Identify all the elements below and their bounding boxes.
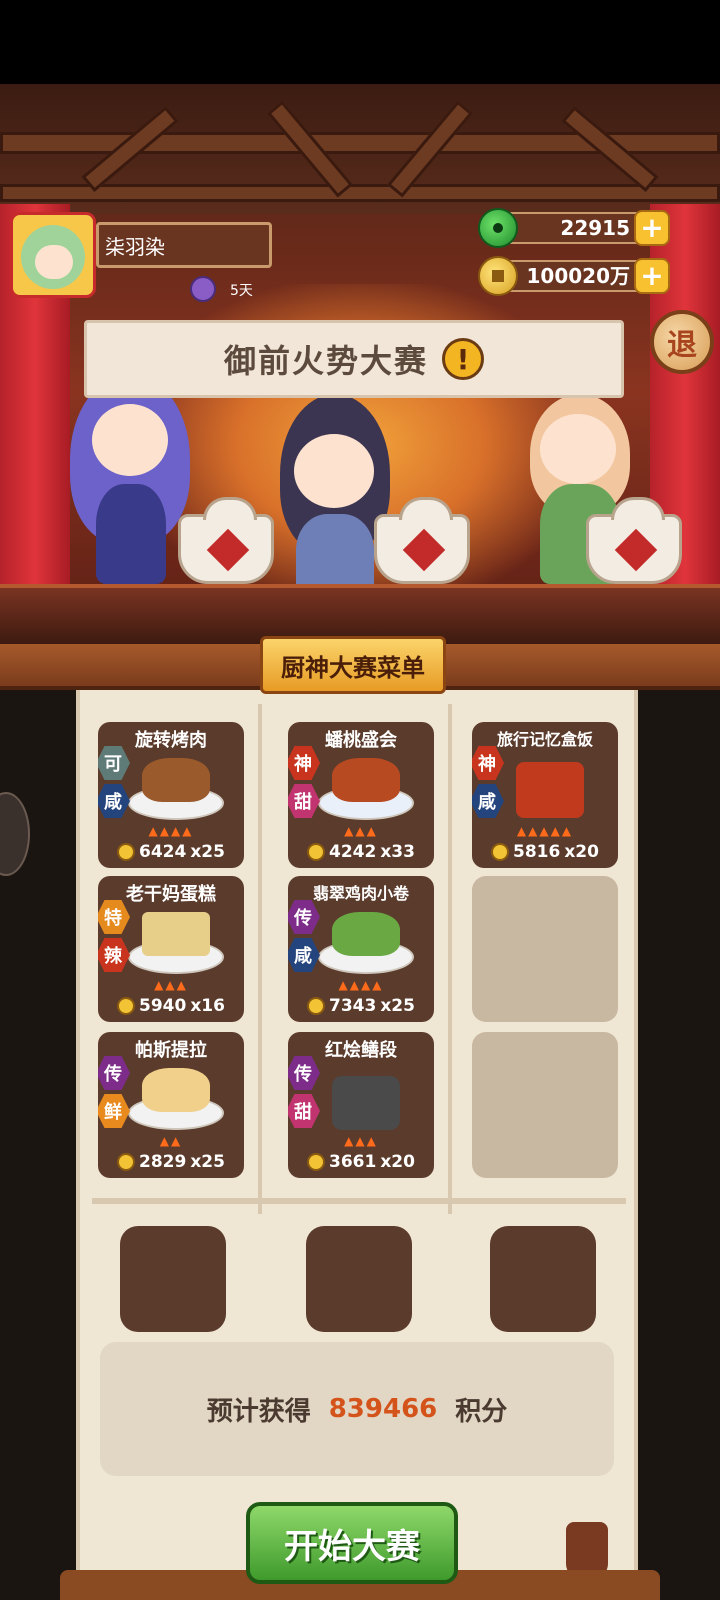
flavor-badge: 鲜 [98, 1094, 130, 1128]
dish-image [318, 906, 414, 976]
cooking-pot-right [586, 497, 682, 584]
rarity-badge: 神 [472, 746, 504, 780]
section-divider [92, 1198, 626, 1204]
heat-flames-icon: ▲▲▲▲ [338, 978, 384, 992]
estimate-value: 839466 [328, 1394, 438, 1424]
exit-button[interactable]: 退 [650, 310, 714, 374]
add-jade-button[interactable]: + [634, 210, 670, 246]
coin-currency: 100020万 + [478, 256, 678, 296]
ingredient-slot[interactable] [306, 1226, 412, 1332]
ingredient-slot[interactable] [120, 1226, 226, 1332]
dish-image [128, 906, 224, 976]
dish-price: 3661 [329, 1152, 377, 1172]
estimate-suffix: 积分 [455, 1396, 508, 1427]
buff-icon[interactable] [190, 276, 216, 302]
dish-card[interactable]: 翡翠鸡肉小卷 传 咸 ▲▲▲▲ 7343 x25 [288, 876, 434, 1022]
flavor-badge: 咸 [472, 784, 504, 818]
jade-icon [478, 208, 518, 248]
heat-flames-icon: ▲▲▲▲▲ [516, 824, 574, 838]
cooking-pot-left [178, 497, 274, 584]
dish-image [128, 1062, 224, 1132]
stage-floor [0, 584, 720, 644]
status-bar-area [0, 0, 720, 84]
dish-count: x20 [380, 1152, 415, 1172]
dish-price: 6424 [139, 842, 187, 862]
player-avatar[interactable] [10, 212, 96, 298]
column-divider [448, 704, 452, 1214]
column-divider [258, 704, 262, 1214]
dish-price: 5940 [139, 996, 187, 1016]
event-banner: 御前火势大赛 ! [84, 320, 624, 398]
flavor-badge: 甜 [288, 784, 320, 818]
event-title: 御前火势大赛 [223, 342, 428, 380]
coin-icon [491, 843, 510, 861]
coin-icon [117, 1153, 136, 1171]
flavor-badge: 咸 [98, 784, 130, 818]
menu-title: 厨神大赛菜单 [260, 636, 446, 694]
empty-dish-slot[interactable] [472, 876, 618, 1022]
info-alert-icon[interactable]: ! [442, 338, 484, 380]
coin-icon [478, 256, 518, 296]
dish-image [502, 752, 598, 822]
dish-price: 4242 [329, 842, 377, 862]
dish-count: x33 [380, 842, 415, 862]
dish-image [128, 752, 224, 822]
jade-currency: 22915 + [478, 208, 678, 248]
coin-icon [117, 843, 136, 861]
flavor-badge: 甜 [288, 1094, 320, 1128]
dish-card[interactable]: 蟠桃盛会 神 甜 ▲▲▲ 4242 x33 [288, 722, 434, 868]
start-contest-button[interactable]: 开始大赛 [246, 1502, 458, 1584]
dish-card[interactable]: 旋转烤肉 可 咸 ▲▲▲▲ 6424 x25 [98, 722, 244, 868]
ingredient-slot[interactable] [490, 1226, 596, 1332]
coin-icon [307, 843, 326, 861]
dish-card[interactable]: 旅行记忆盒饭 神 咸 ▲▲▲▲▲ 5816 x20 [472, 722, 618, 868]
heat-flames-icon: ▲▲ [159, 1134, 183, 1148]
dish-image [318, 1062, 414, 1132]
dish-count: x16 [190, 996, 225, 1016]
dish-card[interactable]: 红烩鳝段 传 甜 ▲▲▲ 3661 x20 [288, 1032, 434, 1178]
dish-card[interactable]: 帕斯提拉 传 鲜 ▲▲ 2829 x25 [98, 1032, 244, 1178]
dish-card[interactable]: 老干妈蛋糕 特 辣 ▲▲▲ 5940 x16 [98, 876, 244, 1022]
player-name: 柒羽染 [96, 222, 272, 268]
cooking-pot-center [374, 497, 470, 584]
heat-flames-icon: ▲▲▲ [344, 1134, 378, 1148]
flavor-badge: 咸 [288, 938, 320, 972]
dish-count: x20 [564, 842, 599, 862]
dish-count: x25 [190, 1152, 225, 1172]
add-coin-button[interactable]: + [634, 258, 670, 294]
estimated-points: 预计获得 839466 积分 [100, 1342, 614, 1476]
dish-price: 2829 [139, 1152, 187, 1172]
heat-flames-icon: ▲▲▲▲ [148, 824, 194, 838]
dish-count: x25 [380, 996, 415, 1016]
estimate-prefix: 预计获得 [206, 1396, 311, 1427]
dish-price: 5816 [513, 842, 561, 862]
buff-days: 5天 [230, 283, 253, 299]
dish-count: x25 [190, 842, 225, 862]
dish-price: 7343 [329, 996, 377, 1016]
coin-icon [117, 997, 136, 1015]
roof-beams [0, 84, 720, 214]
coin-icon [307, 1153, 326, 1171]
heat-flames-icon: ▲▲▲ [154, 978, 188, 992]
heat-flames-icon: ▲▲▲ [344, 824, 378, 838]
coin-icon [307, 997, 326, 1015]
empty-dish-slot[interactable] [472, 1032, 618, 1178]
dish-image [318, 752, 414, 822]
rarity-badge: 传 [288, 900, 320, 934]
flavor-badge: 辣 [98, 938, 130, 972]
